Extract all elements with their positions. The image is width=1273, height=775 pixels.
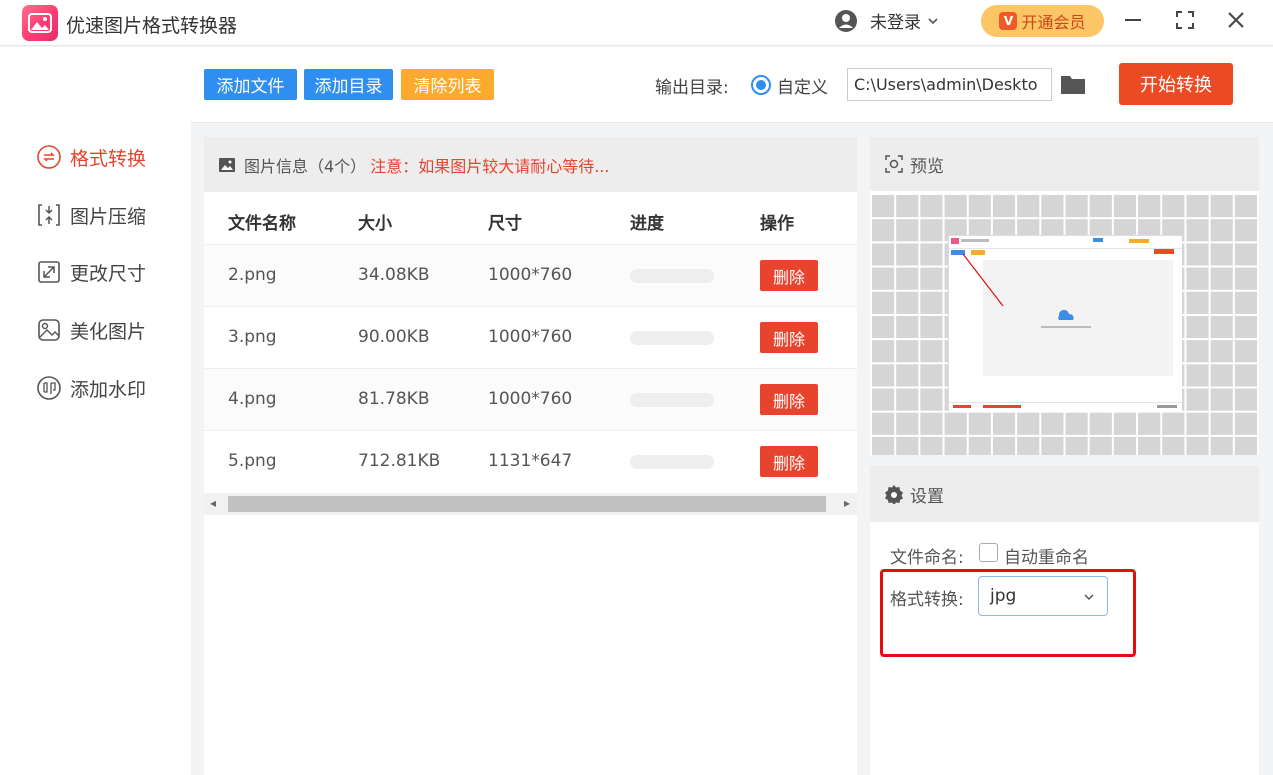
file-name-cell: 4.png: [228, 389, 277, 409]
maximize-icon[interactable]: [1174, 9, 1196, 31]
delete-button[interactable]: 删除: [760, 322, 818, 353]
preview-title: 预览: [910, 156, 944, 177]
progress-bar: [630, 393, 714, 407]
compress-icon: [38, 204, 60, 226]
user-avatar-icon: [835, 9, 857, 32]
scroll-right-icon[interactable]: ▸: [844, 496, 850, 510]
close-icon[interactable]: [1225, 9, 1247, 31]
file-size-cell: 81.78KB: [358, 389, 430, 409]
file-dims-cell: 1000*760: [488, 389, 573, 409]
column-header-progress: 进度: [630, 214, 664, 234]
file-name-cell: 3.png: [228, 327, 277, 347]
preview-thumbnail: [948, 235, 1182, 412]
table-row: 3.png 90.00KB 1000*760 删除: [204, 306, 857, 368]
file-list-panel: 图片信息（4个） 注意：如果图片较大请耐心等待... 文件名称 大小 尺寸 进度…: [204, 137, 857, 775]
preview-canvas: [870, 193, 1259, 455]
resize-icon: [38, 261, 60, 283]
preview-panel: 预览: [870, 137, 1259, 455]
file-list-title: 图片信息（4个）: [244, 156, 367, 176]
column-header-name: 文件名称: [228, 214, 296, 234]
custom-radio-label: 自定义: [777, 78, 828, 98]
column-header-dims: 尺寸: [488, 214, 522, 234]
naming-label: 文件命名:: [890, 548, 964, 568]
settings-title: 设置: [910, 486, 944, 507]
add-dir-button[interactable]: 添加目录: [304, 69, 393, 100]
auto-rename-checkbox[interactable]: [979, 543, 998, 562]
chevron-down-icon: [928, 17, 938, 24]
column-header-size: 大小: [358, 214, 392, 234]
sidebar-item-watermark[interactable]: 添加水印: [36, 374, 146, 402]
file-dims-cell: 1000*760: [488, 327, 573, 347]
file-size-cell: 34.08KB: [358, 265, 430, 285]
app-logo-icon: [22, 5, 58, 41]
auto-rename-label: 自动重命名: [1004, 548, 1089, 568]
file-size-cell: 712.81KB: [358, 451, 441, 471]
sidebar-item-compress[interactable]: 图片压缩: [36, 201, 146, 229]
sidebar-item-label: 图片压缩: [70, 205, 147, 228]
gear-icon: [885, 485, 903, 504]
progress-bar: [630, 455, 714, 469]
horizontal-scrollbar[interactable]: ◂ ▸: [204, 493, 857, 515]
sidebar-item-format-convert[interactable]: 格式转换: [36, 143, 146, 171]
beautify-icon: [38, 319, 60, 341]
scroll-left-icon[interactable]: ◂: [210, 496, 216, 510]
toolbar: 添加文件 添加目录 清除列表 输出目录: 自定义 开始转换: [191, 47, 1273, 123]
vip-icon: V: [999, 12, 1018, 30]
file-list-header: 图片信息（4个） 注意：如果图片较大请耐心等待...: [204, 137, 857, 192]
progress-bar: [630, 269, 714, 283]
preview-icon: [885, 155, 903, 173]
delete-button[interactable]: 删除: [760, 446, 818, 477]
file-name-cell: 2.png: [228, 265, 277, 285]
sidebar-item-label: 美化图片: [70, 320, 147, 343]
format-convert-icon: [37, 145, 61, 169]
settings-header: 设置: [870, 466, 1259, 522]
sidebar-item-label: 添加水印: [70, 378, 147, 401]
preview-header: 预览: [870, 137, 1259, 191]
user-menu[interactable]: 未登录: [834, 8, 939, 33]
user-login-label: 未登录: [870, 13, 921, 33]
watermark-icon: [37, 376, 61, 400]
file-dims-cell: 1131*647: [488, 451, 573, 471]
delete-button[interactable]: 删除: [760, 384, 818, 415]
sidebar-item-label: 更改尺寸: [70, 262, 147, 285]
vip-button[interactable]: V 开通会员: [981, 5, 1104, 37]
table-row: 4.png 81.78KB 1000*760 删除: [204, 368, 857, 430]
file-size-cell: 90.00KB: [358, 327, 430, 347]
sidebar-item-label: 格式转换: [70, 147, 147, 170]
scrollbar-thumb[interactable]: [228, 496, 826, 512]
settings-panel: 设置 文件命名: 自动重命名 格式转换: jpg: [870, 466, 1259, 775]
folder-icon[interactable]: [1060, 72, 1086, 96]
app-title: 优速图片格式转换器: [66, 15, 238, 37]
file-dims-cell: 1000*760: [488, 265, 573, 285]
table-row: 5.png 712.81KB 1131*647 删除: [204, 430, 857, 492]
output-dir-label: 输出目录:: [655, 78, 729, 98]
file-name-cell: 5.png: [228, 451, 277, 471]
sidebar: 格式转换 图片压缩 更改尺寸 美化图片 添加水印: [0, 47, 191, 775]
highlight-annotation: [880, 569, 1136, 657]
add-file-button[interactable]: 添加文件: [204, 69, 297, 100]
custom-radio[interactable]: [751, 75, 771, 95]
minimize-icon[interactable]: [1122, 9, 1144, 31]
clear-list-button[interactable]: 清除列表: [401, 69, 494, 100]
delete-button[interactable]: 删除: [760, 260, 818, 291]
preview-thumbnail-image: [949, 236, 1182, 412]
output-path-input[interactable]: [847, 68, 1052, 101]
table-row: 2.png 34.08KB 1000*760 删除: [204, 244, 857, 306]
column-header-action: 操作: [760, 214, 794, 234]
file-list-note: 注意：如果图片较大请耐心等待...: [370, 156, 610, 176]
start-convert-button[interactable]: 开始转换: [1119, 63, 1233, 105]
progress-bar: [630, 331, 714, 345]
vip-label: 开通会员: [1021, 13, 1086, 32]
title-bar: 优速图片格式转换器 未登录 V 开通会员: [0, 0, 1273, 46]
sidebar-item-resize[interactable]: 更改尺寸: [36, 258, 146, 286]
image-info-icon: [219, 157, 235, 172]
sidebar-item-beautify[interactable]: 美化图片: [36, 316, 146, 344]
